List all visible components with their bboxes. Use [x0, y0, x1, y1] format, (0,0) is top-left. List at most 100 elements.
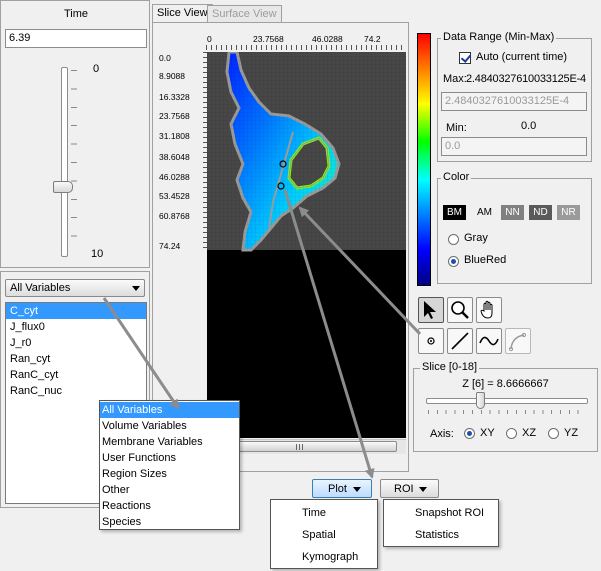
- color-group: [437, 178, 592, 284]
- y-tick-label: 60.8768: [159, 211, 190, 221]
- plot-button[interactable]: Plot: [312, 479, 372, 498]
- menu-item-other[interactable]: Other: [100, 482, 239, 498]
- x-tick-label: 0: [207, 34, 212, 44]
- variable-filter-value: All Variables: [10, 282, 71, 294]
- curve-tool[interactable]: [476, 328, 502, 354]
- min-label: Min:: [446, 122, 467, 134]
- time-panel: Time 6.39 0 10: [0, 0, 150, 268]
- axis-radio-yz[interactable]: [548, 428, 559, 439]
- menu-item-reactions[interactable]: Reactions: [100, 498, 239, 514]
- colormap-button-nr[interactable]: NR: [557, 205, 580, 220]
- y-tick-label: 0.0: [159, 53, 171, 63]
- x-tick-label: 23.7568: [253, 34, 284, 44]
- chevron-down-icon: [132, 286, 140, 291]
- colormap-button-am[interactable]: AM: [473, 205, 496, 220]
- axis-radio-xy[interactable]: [464, 428, 475, 439]
- gray-label: Gray: [464, 232, 488, 244]
- axis-radio-xz[interactable]: [506, 428, 517, 439]
- line-tool[interactable]: [447, 328, 473, 354]
- spline-tool[interactable]: [505, 328, 531, 354]
- max-label: Max:: [443, 73, 467, 85]
- auto-label: Auto (current time): [476, 51, 568, 63]
- y-axis-labels: 0.0 8.9088 16.3328 23.7568 31.1808 38.60…: [157, 0, 207, 260]
- list-item[interactable]: J_r0: [6, 335, 146, 351]
- variable-filter-dropdown[interactable]: All Variables: [5, 279, 145, 297]
- time-slider-ticks: [71, 70, 77, 254]
- menu-item-membrane-variables[interactable]: Membrane Variables: [100, 434, 239, 450]
- data-range-title: Data Range (Min-Max): [441, 31, 557, 43]
- roi-button[interactable]: ROI: [380, 479, 439, 498]
- y-tick-label: 23.7568: [159, 111, 190, 121]
- menu-item-all-variables[interactable]: All Variables: [100, 402, 239, 418]
- bluered-label: BlueRed: [464, 254, 507, 266]
- menu-item-statistics[interactable]: Statistics: [415, 529, 459, 541]
- menu-item-kymograph[interactable]: Kymograph: [302, 551, 358, 563]
- axis-label: Axis:: [430, 428, 454, 440]
- line-icon: [451, 332, 469, 350]
- slice-slider-thumb[interactable]: [476, 392, 485, 409]
- slice-slider-ticks: [428, 410, 586, 414]
- plot-button-label: Plot: [328, 483, 347, 495]
- grip-icon: [296, 444, 304, 450]
- list-item[interactable]: RanC_nuc: [6, 383, 146, 399]
- x-tick-label: 46.0288: [312, 34, 343, 44]
- max-value: 2.4840327610033125E-4: [466, 73, 586, 85]
- roi-button-label: ROI: [394, 483, 414, 495]
- list-item[interactable]: RanC_cyt: [6, 367, 146, 383]
- slice-title: Slice [0-18]: [420, 361, 480, 373]
- menu-item-snapshot-roi[interactable]: Snapshot ROI: [415, 507, 484, 519]
- x-axis-ruler: [206, 45, 405, 50]
- y-tick-label: 46.0288: [159, 172, 190, 182]
- select-arrow-tool[interactable]: [418, 297, 444, 323]
- zoom-tool[interactable]: [447, 297, 473, 323]
- time-title: Time: [63, 8, 89, 20]
- menu-item-region-sizes[interactable]: Region Sizes: [100, 466, 239, 482]
- curve-icon: [479, 336, 499, 346]
- min-value: 0.0: [521, 120, 537, 132]
- menu-item-volume-variables[interactable]: Volume Variables: [100, 418, 239, 434]
- time-max-label: 0: [93, 63, 100, 75]
- colormap-button-nn[interactable]: NN: [501, 205, 524, 220]
- time-input[interactable]: 6.39: [5, 29, 147, 48]
- variable-filter-menu: All Variables Volume Variables Membrane …: [99, 400, 240, 530]
- menu-item-species[interactable]: Species: [100, 514, 239, 530]
- spline-icon: [508, 332, 527, 352]
- slice-z-label: Z [6] = 8.6666667: [462, 378, 549, 390]
- plot-menu: Time Spatial Kymograph: [270, 499, 378, 569]
- pan-tool[interactable]: [476, 297, 502, 323]
- y-tick-label: 53.4528: [159, 191, 190, 201]
- point-tool[interactable]: [418, 328, 444, 354]
- axis-xz-label: XZ: [522, 427, 537, 439]
- colormap-button-bm[interactable]: BM: [443, 205, 466, 220]
- list-item[interactable]: C_cyt: [6, 303, 146, 319]
- color-title: Color: [441, 171, 472, 183]
- slice-image[interactable]: [207, 52, 406, 438]
- y-tick-label: 74.24: [159, 241, 181, 251]
- axis-xy-label: XY: [480, 427, 495, 439]
- auto-checkbox[interactable]: [459, 52, 472, 64]
- chevron-down-icon: [353, 487, 361, 492]
- time-min-label: 10: [91, 248, 104, 260]
- gray-radio[interactable]: [448, 234, 459, 245]
- list-item[interactable]: Ran_cyt: [6, 351, 146, 367]
- magnifier-icon: [451, 301, 469, 319]
- roi-menu: Snapshot ROI Statistics: [383, 499, 499, 547]
- list-item[interactable]: J_flux0: [6, 319, 146, 335]
- hand-icon: [480, 300, 493, 319]
- colormap-button-nd[interactable]: ND: [529, 205, 552, 220]
- axis-yz-label: YZ: [564, 427, 579, 439]
- chevron-down-icon: [419, 487, 427, 492]
- menu-item-user-functions[interactable]: User Functions: [100, 450, 239, 466]
- min-field[interactable]: 0.0: [441, 137, 587, 156]
- point-icon: [427, 337, 435, 345]
- y-tick-label: 16.3328: [159, 92, 190, 102]
- slice-slider-track[interactable]: [426, 398, 588, 404]
- bluered-radio[interactable]: [448, 256, 459, 267]
- menu-item-time[interactable]: Time: [302, 507, 326, 519]
- menu-item-spatial[interactable]: Spatial: [302, 529, 336, 541]
- y-tick-label: 31.1808: [159, 131, 190, 141]
- time-slider-track[interactable]: [61, 67, 68, 257]
- max-field[interactable]: 2.4840327610033125E-4: [441, 92, 587, 111]
- time-slider-thumb[interactable]: [53, 181, 73, 193]
- tab-surface-view[interactable]: Surface View: [207, 5, 282, 22]
